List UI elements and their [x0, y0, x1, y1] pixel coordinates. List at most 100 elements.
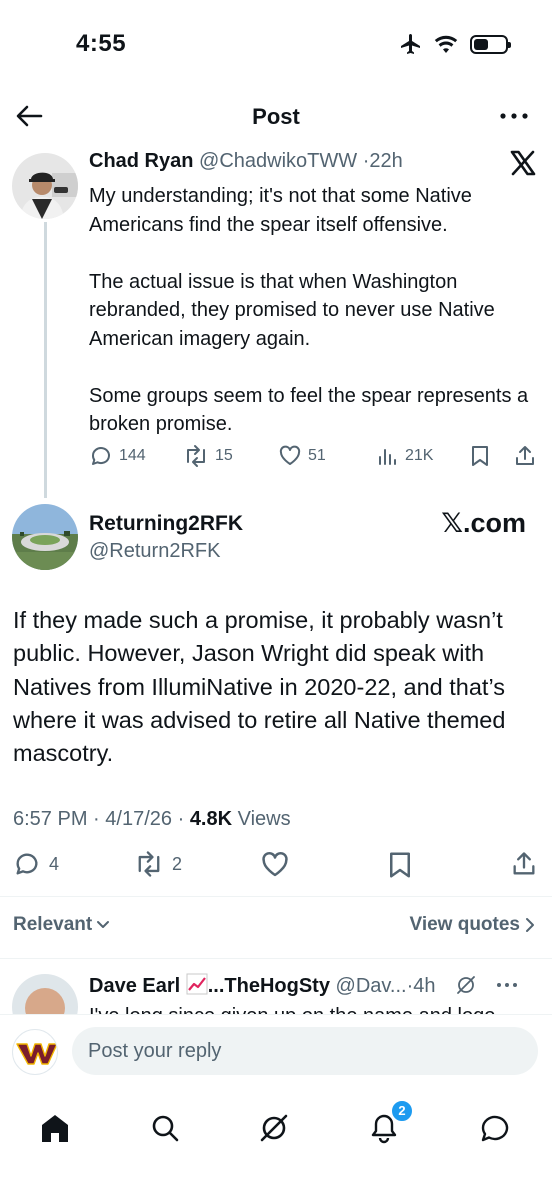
status-bar: 4:55: [0, 0, 552, 90]
views-bar-icon: [379, 449, 396, 465]
divider: [0, 958, 552, 959]
view-quotes-label: View quotes: [409, 914, 520, 935]
x-logo-icon: [510, 150, 536, 184]
chevron-down-icon: [97, 921, 110, 928]
reply-compose-bar: [0, 1014, 552, 1090]
tweet-time: 6:57 PM: [13, 808, 88, 830]
reply-age[interactable]: 4h: [413, 975, 435, 997]
main-tweet-meta: 6:57 PM · 4/17/26 · 4.8K Views: [13, 808, 291, 831]
sort-relevant-label: Relevant: [13, 914, 93, 935]
repost-icon: [138, 851, 160, 877]
main-bookmark-button[interactable]: [386, 850, 414, 880]
divider: [0, 896, 552, 897]
main-repost-button[interactable]: 2: [134, 850, 182, 878]
more-dots-icon[interactable]: [495, 981, 519, 989]
tab-messages[interactable]: [467, 1100, 523, 1156]
parent-repost-button[interactable]: 15: [183, 444, 233, 468]
page-title: Post: [252, 104, 300, 129]
parent-bookmark-button[interactable]: [469, 444, 491, 468]
tweet-date: 4/17/26: [105, 808, 173, 830]
search-icon: [152, 1115, 179, 1142]
views-count: 4.8K: [189, 808, 233, 830]
main-tweet-text: If they made such a promise, it probably…: [13, 607, 506, 767]
reply-author-name[interactable]: Dave Earl: [89, 975, 180, 997]
chat-bubble-icon: [481, 1115, 509, 1142]
heart-icon: [262, 851, 288, 877]
top-nav: Post: [0, 92, 552, 140]
main-share-button[interactable]: [510, 850, 538, 878]
bottom-tab-bar: 2: [0, 1090, 552, 1200]
commanders-w-logo: [16, 1043, 57, 1065]
parent-views-button[interactable]: 21K: [375, 444, 433, 468]
notification-badge: 2: [390, 1099, 414, 1123]
back-arrow-icon: [16, 105, 43, 127]
commanders-logo-avatar[interactable]: [12, 1029, 58, 1075]
parent-reply-button[interactable]: 144: [89, 444, 146, 468]
battery-icon: [470, 34, 511, 54]
thread-connector: [44, 222, 47, 498]
bookmark-icon: [390, 852, 410, 878]
parent-author-handle[interactable]: @ChadwikoTWW: [199, 150, 357, 172]
x-com-label: 𝕏.com: [441, 508, 526, 538]
grok-icon[interactable]: [455, 974, 477, 996]
heart-icon: [279, 445, 301, 465]
main-tweet-header: Returning2RFK @Return2RFK: [89, 512, 243, 563]
main-author-name[interactable]: Returning2RFK: [89, 512, 243, 536]
back-button[interactable]: [14, 102, 44, 130]
main-reply-button[interactable]: 4: [13, 850, 59, 878]
bookmark-icon: [472, 446, 488, 466]
stadium-photo-icon: [12, 504, 78, 570]
reply-author-name-suffix[interactable]: ...TheHogSty: [208, 975, 330, 997]
tab-home[interactable]: [27, 1100, 83, 1156]
parent-repost-count: 15: [215, 447, 233, 464]
more-dots-icon: [500, 113, 528, 119]
parent-age[interactable]: 22h: [369, 150, 402, 172]
main-action-bar: 4 2: [0, 850, 552, 886]
repost-icon: [187, 445, 205, 467]
sort-relevant-button[interactable]: Relevant: [13, 914, 110, 936]
avatar-returning2rfk[interactable]: [12, 504, 78, 570]
battery-level-fill: [474, 38, 488, 50]
chevron-right-icon: [526, 918, 534, 932]
reply-icon: [16, 853, 38, 875]
avatar-chad-ryan[interactable]: [12, 153, 78, 219]
reply-tweet-header: Dave Earl ...TheHogSty @Dav...·4h: [89, 973, 519, 998]
status-time: 4:55: [76, 30, 127, 57]
parent-action-bar: 144 15 51 21K: [89, 444, 539, 472]
parent-paragraph: My understanding; it's not that some Nat…: [89, 185, 472, 236]
main-author-handle[interactable]: @Return2RFK: [89, 540, 243, 563]
airplane-icon: [401, 34, 420, 54]
wifi-icon: [434, 35, 458, 53]
meta-separator: ·: [93, 808, 100, 830]
tab-search[interactable]: [137, 1100, 193, 1156]
parent-tweet-header: Chad Ryan @ChadwikoTWW ·22h: [89, 150, 403, 173]
parent-like-count: 51: [308, 447, 326, 464]
view-quotes-button[interactable]: View quotes: [409, 914, 536, 936]
main-like-button[interactable]: [260, 850, 290, 880]
person-photo-icon: [12, 153, 78, 219]
reply-tweet-text: I've long since given up on the name and…: [89, 1001, 495, 1015]
share-icon: [516, 446, 534, 465]
reply-icon: [92, 447, 110, 465]
home-icon: [42, 1115, 68, 1142]
grok-icon: [260, 1114, 288, 1142]
tab-grok[interactable]: [246, 1100, 302, 1156]
parent-paragraph: The actual issue is that when Washington…: [89, 270, 495, 350]
parent-paragraph: Some groups seem to feel the spear repre…: [89, 384, 529, 436]
parent-author-name[interactable]: Chad Ryan: [89, 150, 193, 172]
views-label: Views: [237, 808, 291, 830]
parent-like-button[interactable]: 51: [278, 444, 326, 468]
parent-reply-count: 144: [119, 447, 146, 464]
more-options-button[interactable]: [498, 106, 530, 126]
main-reply-count: 4: [49, 853, 60, 874]
parent-share-button[interactable]: [513, 444, 537, 468]
reply-author-handle[interactable]: @Dav...: [336, 975, 407, 997]
share-icon: [513, 852, 535, 875]
main-repost-count: 2: [172, 853, 183, 874]
chart-increasing-icon: [186, 973, 208, 995]
parent-views-count: 21K: [405, 447, 434, 464]
meta-separator: ·: [177, 808, 185, 830]
reply-input[interactable]: [72, 1027, 538, 1075]
parent-tweet-text: My understanding; it's not that some Nat…: [89, 182, 539, 439]
status-icons: [398, 32, 511, 56]
